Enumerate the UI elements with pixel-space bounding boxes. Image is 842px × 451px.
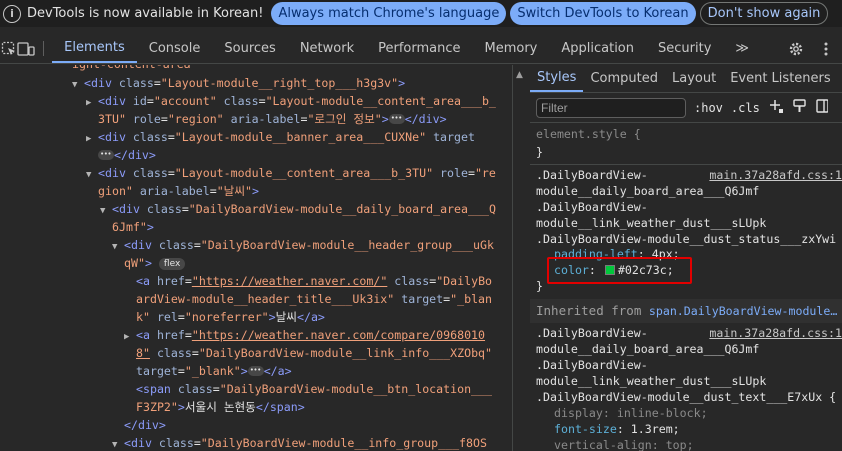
dom-node-right-top[interactable]: ▼ <div class="Layout-module__right_top___… [72, 74, 512, 92]
add-rule-icon[interactable] [768, 98, 784, 118]
dom-tree-panel[interactable]: ight-content-area ▼<div class="Layout-mo… [0, 65, 512, 451]
expand-triangle-icon[interactable]: ▼ [112, 436, 124, 451]
dom-node-banner-close[interactable]: </div> [98, 146, 512, 164]
expand-triangle-icon[interactable]: ▼ [86, 166, 98, 182]
dom-node-compare-link-cont[interactable]: 8" class="DailyBoardView-module__link_in… [136, 344, 512, 362]
collapsed-content-ellipsis[interactable] [98, 146, 114, 163]
styles-sidebar: Styles Computed Layout Event Listeners :… [530, 65, 842, 451]
dom-node-account[interactable]: ▶ <div id="account" class="Layout-module_… [86, 92, 512, 110]
rule-close-brace: } [536, 279, 543, 293]
tab-layout[interactable]: Layout [665, 65, 723, 92]
expand-triangle-icon[interactable]: ▼ [112, 238, 124, 254]
dom-node-header-group-cont[interactable]: qW"> flex [124, 254, 512, 272]
css-property[interactable]: font-size: 1.3rem; [554, 421, 842, 437]
cls-toggle-button[interactable]: .cls [731, 101, 760, 115]
more-tabs-button[interactable]: ≫ [723, 34, 761, 63]
tab-elements[interactable]: Elements [52, 34, 137, 63]
tab-memory[interactable]: Memory [472, 34, 549, 63]
rule1-selector-line[interactable]: module__link_weather_dust___sLUpk [536, 215, 842, 231]
settings-icon[interactable] [784, 41, 808, 57]
rule2-selector-line[interactable]: .DailyBoardView-module__dust_text___E7xU… [536, 389, 842, 405]
element-style-rule[interactable]: element.style { [536, 126, 842, 142]
more-vert-icon[interactable] [814, 41, 838, 57]
devtools-tab-bar: Elements Console Sources Network Perform… [0, 34, 842, 64]
info-icon: i [3, 4, 21, 23]
tab-security[interactable]: Security [646, 34, 723, 63]
language-infobar: i DevTools is now available in Korean! A… [0, 0, 842, 27]
css-property[interactable]: display: inline-block; [554, 405, 842, 421]
href-link[interactable]: "https://weather.naver.com/" [192, 274, 387, 288]
scroll-up-arrow-icon[interactable]: ▲ [516, 70, 523, 80]
dom-node-location-span[interactable]: <span class="DailyBoardView-module__btn_… [136, 380, 512, 398]
rule1-selector-line[interactable]: .DailyBoardView- [536, 199, 842, 215]
rule2-source-link[interactable]: main.37a28afd.css:1 [709, 325, 842, 341]
styles-filter-row: :hov .cls [530, 93, 842, 123]
rule2-selector-line[interactable]: module__link_weather_dust___sLUpk [536, 373, 842, 389]
dom-node-banner-area[interactable]: ▶ <div class="Layout-module__banner_area_… [86, 128, 512, 146]
tab-event-listeners[interactable]: Event Listeners [723, 65, 837, 92]
css-property[interactable]: vertical-align: top; [554, 437, 842, 451]
dom-line-partial: ight-content-area [72, 65, 512, 73]
hov-toggle-button[interactable]: :hov [694, 101, 723, 115]
collapsed-triangle-icon[interactable]: ▶ [124, 328, 136, 344]
rule1-selector-line[interactable]: .DailyBoardView-main.37a28afd.css:1 [536, 167, 842, 183]
infobar-message: DevTools is now available in Korean! [27, 6, 264, 21]
tab-sources[interactable]: Sources [212, 34, 287, 63]
dont-show-again-button[interactable]: Don't show again [699, 2, 829, 25]
dom-node-weather-region[interactable]: ▼ <div class="Layout-module__content_area… [86, 164, 512, 182]
collapsed-triangle-icon[interactable]: ▶ [86, 94, 98, 110]
dom-node-weather-region-cont[interactable]: gion" aria-label="날씨"> [98, 182, 512, 200]
dom-node-account-cont[interactable]: 3TU" role="region" aria-label="로그인 정보"><… [98, 110, 512, 128]
device-toolbar-icon[interactable] [17, 34, 36, 63]
panel-splitter[interactable] [512, 65, 513, 451]
tab-application[interactable]: Application [549, 34, 646, 63]
dom-node-compare-link-end[interactable]: target="_blank"></a> [136, 362, 512, 380]
dom-node-location-span-end[interactable]: F3ZP2">서울시 논현동</span> [136, 398, 512, 416]
dom-node-info-group[interactable]: ▼ <div class="DailyBoardView-module__info… [112, 434, 512, 451]
tab-console[interactable]: Console [137, 34, 213, 63]
rule1-selector-line[interactable]: .DailyBoardView-module__dust_status___zx… [536, 231, 842, 247]
sidebar-toggle-icon[interactable] [816, 98, 829, 118]
paint-icon[interactable] [792, 98, 808, 118]
dom-node-header-title-cont[interactable]: ardView-module__header_title___Uk3ix" ta… [136, 290, 512, 308]
rule1-selector-line[interactable]: module__daily_board_area___Q6Jmf [536, 183, 842, 199]
dom-node-header-title-end[interactable]: k" rel="noreferrer">날씨</a> [136, 308, 512, 326]
styles-filter-input[interactable] [536, 97, 686, 118]
expand-triangle-icon[interactable]: ▼ [100, 202, 112, 218]
expand-triangle-icon[interactable]: ▼ [72, 76, 84, 92]
inherited-element-link[interactable]: span.DailyBoardView-module… [649, 304, 837, 318]
dom-node-header-group-close[interactable]: </div> [124, 416, 512, 434]
flex-badge[interactable]: flex [158, 257, 186, 270]
collapsed-content-ellipsis[interactable] [247, 362, 264, 379]
rule-separator [530, 164, 842, 165]
tab-computed[interactable]: Computed [583, 65, 665, 92]
inherited-from-header: Inherited from span.DailyBoardView-modul… [530, 299, 842, 323]
toolbar-separator [43, 41, 45, 56]
switch-to-korean-button[interactable]: Switch DevTools to Korean [510, 2, 696, 25]
dom-node-header-group[interactable]: ▼ <div class="DailyBoardView-module__head… [112, 236, 512, 254]
match-language-button[interactable]: Always match Chrome's language [271, 2, 507, 25]
dom-node-daily-board[interactable]: ▼ <div class="DailyBoardView-module__dail… [100, 200, 512, 218]
collapsed-triangle-icon[interactable]: ▶ [86, 130, 98, 146]
dom-node-header-title-link[interactable]: <a href="https://weather.naver.com/" cla… [136, 272, 512, 290]
rule2-selector-line[interactable]: .DailyBoardView- [536, 357, 842, 373]
dom-node-compare-link[interactable]: ▶ <a href="https://weather.naver.com/comp… [124, 326, 512, 344]
tab-styles[interactable]: Styles [530, 65, 584, 92]
sidebar-tab-bar: Styles Computed Layout Event Listeners [530, 65, 842, 93]
dom-node-daily-board-cont[interactable]: 6Jmf"> [112, 218, 512, 236]
rule2-selector-line[interactable]: .DailyBoardView-main.37a28afd.css:1 [536, 325, 842, 341]
rule2-selector-line[interactable]: module__daily_board_area___Q6Jmf [536, 341, 842, 357]
href-link[interactable]: "https://weather.naver.com/compare/09680… [192, 328, 485, 342]
toolbar-right-group [761, 34, 842, 63]
rule1-source-link[interactable]: main.37a28afd.css:1 [709, 167, 842, 183]
tab-network[interactable]: Network [288, 34, 366, 63]
rule-close-brace: } [536, 145, 543, 159]
tab-performance[interactable]: Performance [366, 34, 472, 63]
collapsed-content-ellipsis[interactable] [388, 110, 405, 127]
inspect-icon[interactable] [0, 34, 17, 63]
